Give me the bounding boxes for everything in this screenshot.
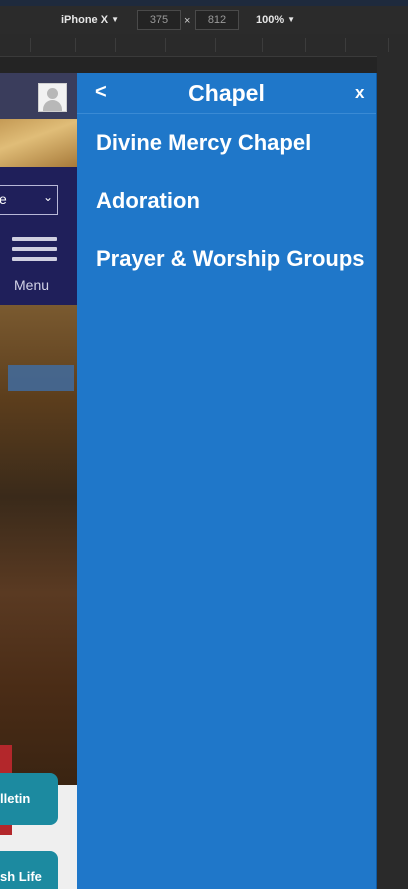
select-value: e [0,191,7,207]
navigation-drawer: < Chapel x Divine Mercy Chapel Adoration… [77,73,377,889]
dimension-separator: × [184,15,191,27]
site-nav-area: e ⌄ Menu [0,167,77,305]
zoom-caret-icon: ▼ [287,15,296,24]
drawer-item-divine-mercy-chapel[interactable]: Divine Mercy Chapel [96,130,368,156]
site-header [0,73,77,119]
zoom-level: 100% [256,14,285,26]
device-select[interactable]: iPhone X ▼ [61,14,119,26]
drawer-title: Chapel [188,80,265,106]
device-caret-icon: ▼ [111,15,119,24]
devtools-ruler [0,34,408,57]
parish-life-tile[interactable]: sh Life [0,851,58,889]
devtools-background [377,56,408,889]
bulletin-tile-label: lletin [0,791,31,806]
viewport-width-input[interactable]: 375 [137,10,181,30]
church-interior-photo [0,305,77,835]
bulletin-tile[interactable]: lletin [0,773,58,825]
user-avatar-icon[interactable] [38,83,67,112]
close-icon[interactable]: x [355,83,364,103]
drawer-header: < Chapel x [77,73,376,114]
chevron-down-icon: ⌄ [42,190,53,204]
drawer-item-prayer-worship-groups[interactable]: Prayer & Worship Groups [96,246,368,272]
stained-glass [8,365,74,391]
language-select[interactable]: e ⌄ [0,185,58,215]
parish-life-tile-label: sh Life [0,869,42,884]
drawer-item-adoration[interactable]: Adoration [96,188,368,214]
menu-label[interactable]: Menu [14,277,49,293]
site-banner-image [0,119,77,167]
device-name: iPhone X [61,14,109,26]
website-background: e ⌄ Menu lletin sh Life [0,73,77,889]
zoom-select[interactable]: 100% ▼ [256,14,295,26]
devtools-device-toolbar: iPhone X ▼ 375 × 812 100% ▼ [0,6,408,34]
hamburger-menu-icon[interactable] [12,237,57,267]
viewport-height-input[interactable]: 812 [195,10,239,30]
